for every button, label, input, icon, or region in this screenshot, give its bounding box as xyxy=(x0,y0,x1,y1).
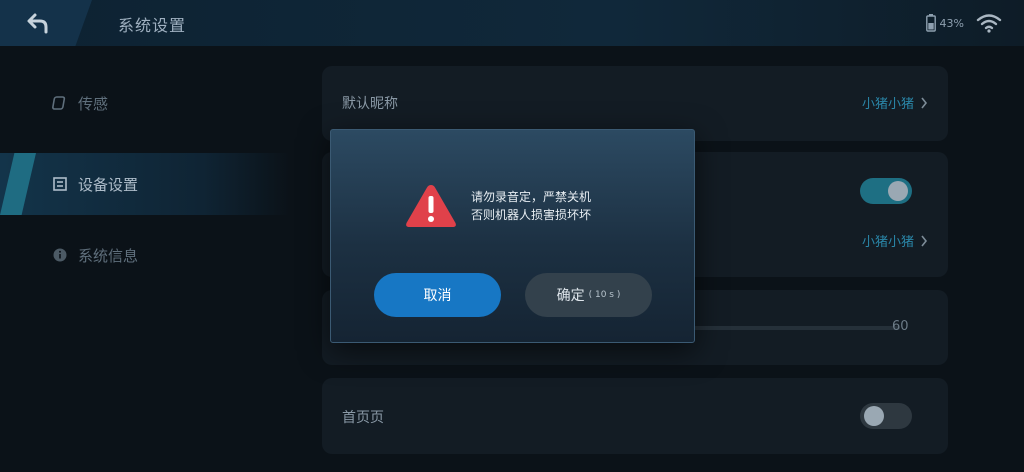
battery-indicator: 43% xyxy=(925,14,964,32)
last-row-toggle[interactable] xyxy=(860,403,912,429)
sidebar-item-sensor[interactable]: 传感 xyxy=(0,72,290,134)
volume-value: 60 xyxy=(892,319,909,334)
battery-percent: 43% xyxy=(939,16,964,30)
setting-last-row: 首页页 xyxy=(322,378,948,454)
confirm-button[interactable]: 确定 ( 10 s ) xyxy=(525,273,652,317)
sidebar-item-device-settings[interactable]: 设备设置 xyxy=(0,153,290,215)
link-text: 小猪小猪 xyxy=(861,235,914,250)
warning-dialog: 请勿录音定，严禁关机 否则机器人损害损坏坏 取消 确定 ( 10 s ) xyxy=(330,129,695,343)
top-bar: 系统设置 43% xyxy=(0,0,1024,46)
sensor-icon xyxy=(52,96,66,110)
confirm-label: 确定 xyxy=(556,288,585,304)
link-text: 小猪小猪 xyxy=(861,97,914,112)
sidebar-item-system-info[interactable]: 系统信息 xyxy=(0,224,290,286)
device-settings-icon xyxy=(53,177,67,191)
toggle-knob xyxy=(864,406,884,426)
dialog-message-line: 请勿录音定，严禁关机 xyxy=(471,190,592,204)
battery-icon xyxy=(925,14,936,32)
dialog-message-line: 否则机器人损害损坏坏 xyxy=(471,208,592,222)
back-arrow-icon xyxy=(27,13,48,34)
active-indicator xyxy=(0,153,36,215)
sidebar-item-label: 系统信息 xyxy=(78,246,139,265)
setting-label: 默认昵称 xyxy=(342,96,398,112)
default-name-link[interactable]: 小猪小猪 xyxy=(862,93,928,112)
back-button[interactable] xyxy=(0,0,92,46)
sidebar-item-label: 设备设置 xyxy=(78,175,139,194)
setting-label: 首页页 xyxy=(342,410,384,426)
toggle-knob xyxy=(888,181,908,201)
sidebar: 传感 设备设置 系统信息 xyxy=(0,46,300,472)
cancel-button[interactable]: 取消 xyxy=(374,273,501,317)
status-area: 43% xyxy=(925,10,1002,36)
toggle-group-link[interactable]: 小猪小猪 xyxy=(862,231,928,250)
dialog-message: 请勿录音定，严禁关机 否则机器人损害损坏坏 xyxy=(471,188,671,224)
warning-icon xyxy=(406,185,456,227)
page-title: 系统设置 xyxy=(118,16,187,35)
chevron-right-icon xyxy=(921,97,928,108)
wifi-icon xyxy=(976,14,1002,33)
sidebar-item-label: 传感 xyxy=(78,94,109,113)
feature-toggle[interactable] xyxy=(860,178,912,204)
chevron-right-icon xyxy=(921,235,928,246)
confirm-countdown: ( 10 s ) xyxy=(588,290,621,300)
info-icon xyxy=(53,248,67,262)
